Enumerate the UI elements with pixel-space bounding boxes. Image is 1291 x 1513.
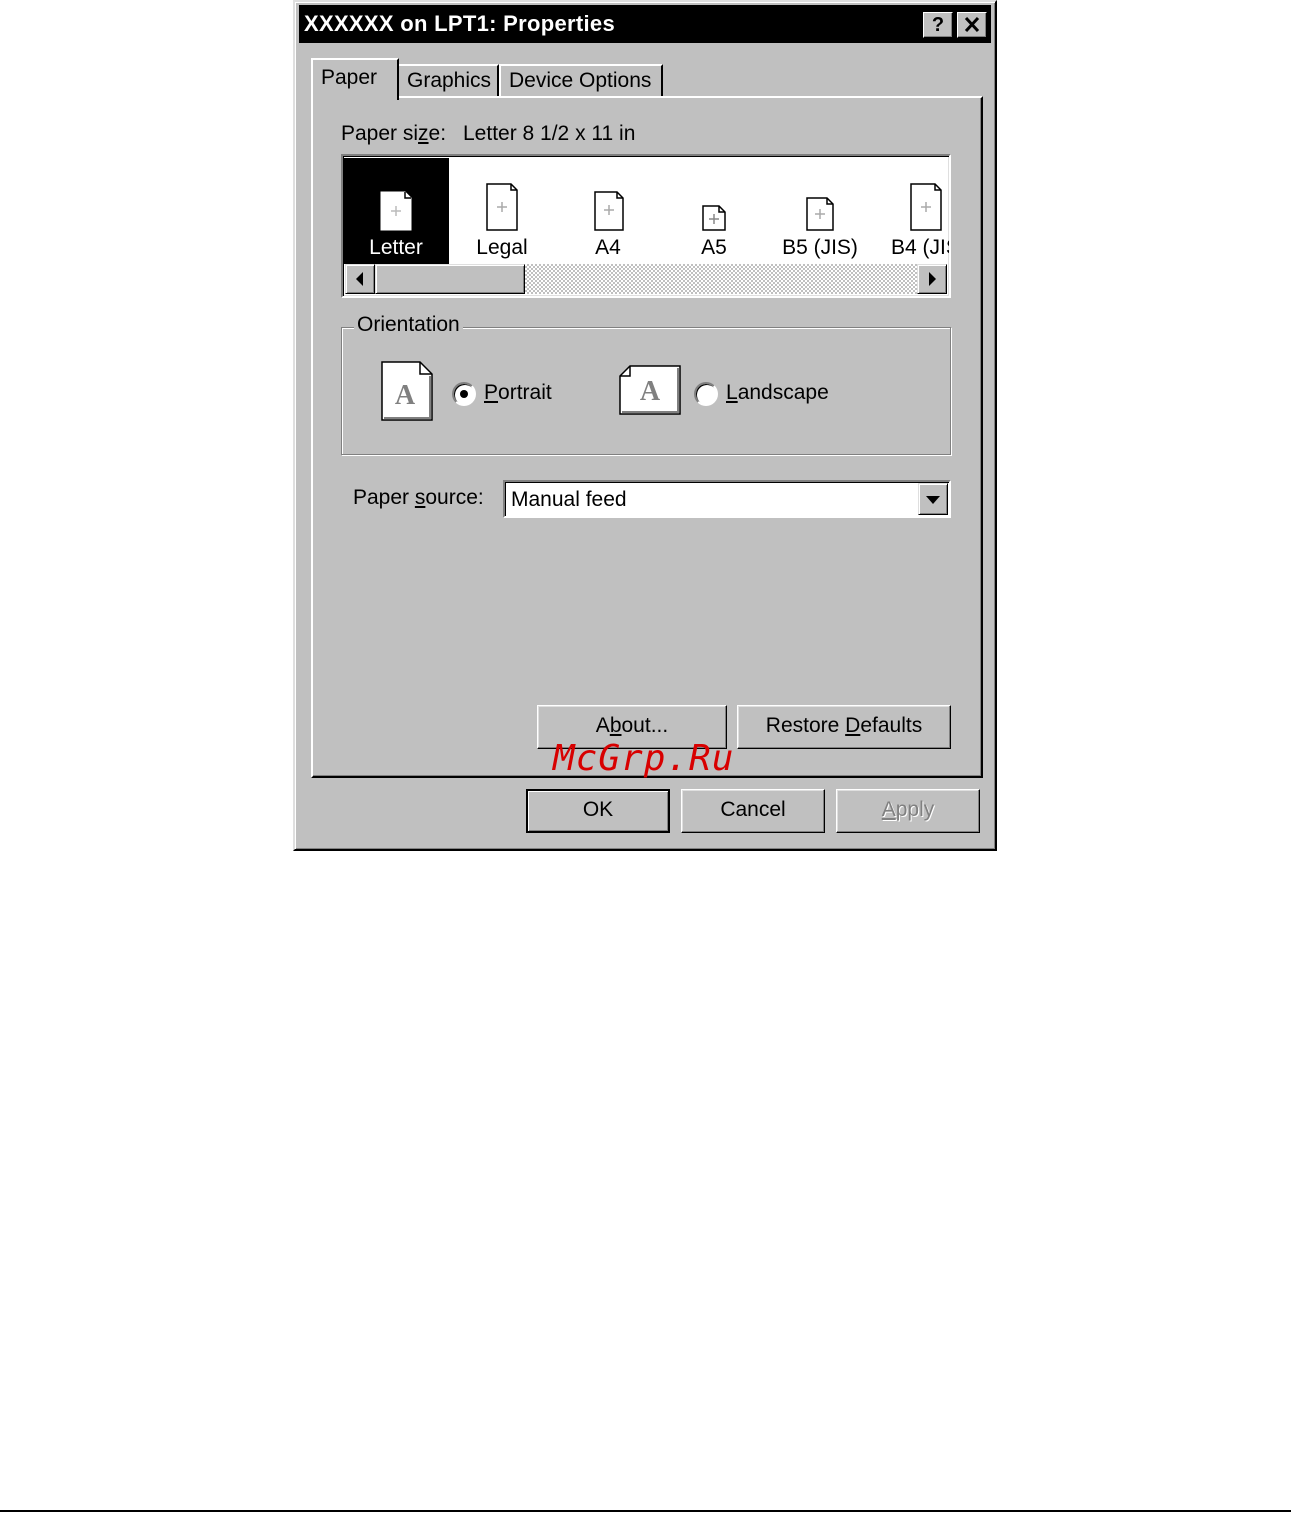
printer-properties-dialog: XXXXXX on LPT1: Properties ? Graphics De…: [293, 0, 997, 851]
paper-item-label: B4 (JIS): [891, 236, 949, 259]
apply-button[interactable]: Apply: [836, 789, 980, 833]
page-icon: [806, 197, 834, 231]
scroll-left-button[interactable]: [345, 264, 375, 294]
svg-text:A: A: [640, 376, 661, 407]
tab-label: Device Options: [509, 69, 652, 92]
paper-item-label: B5 (JIS): [782, 236, 858, 259]
tab-device-options[interactable]: Device Options: [499, 64, 663, 98]
paper-source-label: Paper source:: [353, 486, 484, 509]
radio-dot: [460, 390, 468, 398]
dropdown-button[interactable]: [918, 483, 948, 515]
restore-defaults-button[interactable]: Restore Defaults: [737, 705, 951, 749]
tab-label: Graphics: [407, 69, 492, 92]
orientation-label: Orientation: [354, 313, 463, 337]
paper-source-value: Manual feed: [511, 488, 627, 511]
close-button[interactable]: [957, 12, 987, 38]
paper-size-label: Paper size:: [341, 122, 447, 145]
arrow-right-icon: [929, 272, 936, 286]
page-icon: [702, 205, 726, 231]
paper-item-b4-jis[interactable]: B4 (JIS): [873, 158, 949, 264]
landscape-radio[interactable]: [694, 382, 718, 406]
portrait-page-icon: A: [381, 361, 433, 421]
paper-item-letter[interactable]: Letter: [343, 158, 449, 264]
landscape-page-icon: A: [619, 365, 681, 415]
dialog-title: XXXXXX on LPT1: Properties: [304, 11, 615, 36]
paper-list-scrollbar[interactable]: [345, 264, 947, 294]
scroll-thumb[interactable]: [375, 264, 525, 294]
tab-label: Paper: [321, 66, 378, 89]
page-icon: [910, 183, 942, 231]
cancel-button[interactable]: Cancel: [681, 789, 825, 833]
paper-source-select[interactable]: Manual feed: [503, 480, 951, 518]
close-icon: [964, 16, 980, 33]
help-button[interactable]: ?: [923, 12, 953, 38]
paper-size-value: Letter 8 1/2 x 11 in: [463, 122, 636, 145]
svg-text:A: A: [395, 380, 416, 411]
page-icon: [594, 191, 624, 231]
paper-size-list[interactable]: Letter Legal A4 A5 B5 (JIS) B4 (JI: [341, 154, 951, 298]
paper-item-a4[interactable]: A4: [555, 158, 661, 264]
page-icon: [486, 183, 518, 231]
tab-graphics[interactable]: Graphics: [397, 64, 499, 98]
landscape-label[interactable]: Landscape: [726, 381, 829, 405]
paper-item-a5[interactable]: A5: [661, 158, 767, 264]
paper-item-legal[interactable]: Legal: [449, 158, 555, 264]
paper-item-b5-jis[interactable]: B5 (JIS): [767, 158, 873, 264]
portrait-label[interactable]: Portrait: [484, 381, 552, 405]
orientation-group: Orientation A Portrait A Landscape: [341, 313, 951, 455]
chevron-down-icon: [926, 496, 940, 504]
page-icon: [380, 191, 412, 231]
tab-paper[interactable]: Paper: [311, 58, 399, 100]
arrow-left-icon: [356, 272, 363, 286]
portrait-radio[interactable]: [452, 382, 476, 406]
watermark-text: McGrp.Ru: [553, 738, 735, 779]
ok-button[interactable]: OK: [526, 789, 670, 833]
page-bottom-rule: [0, 1510, 1291, 1512]
scroll-right-button[interactable]: [917, 264, 947, 294]
title-bar[interactable]: XXXXXX on LPT1: Properties ?: [299, 5, 991, 43]
